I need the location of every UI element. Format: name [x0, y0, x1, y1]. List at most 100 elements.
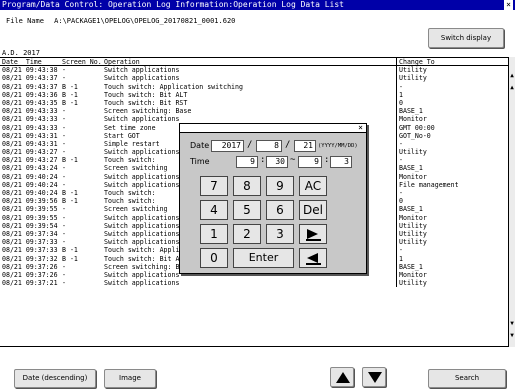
- time-from-minute-field[interactable]: 30: [266, 156, 288, 168]
- row-operation: Simple restart: [104, 139, 160, 148]
- table-row[interactable]: 08/21 09:43:33- Screen switching: Base BAS…: [0, 107, 508, 116]
- row-screen-no: -: [62, 164, 66, 173]
- row-screen-no: B -1: [62, 90, 78, 99]
- row-change-to: 1: [396, 90, 508, 99]
- date-format-hint: (YYYY/MM/DD): [318, 143, 358, 149]
- row-date-time: 08/21 09:39:55: [2, 213, 58, 222]
- key-2[interactable]: 2: [233, 224, 261, 244]
- page-down-button[interactable]: [362, 367, 386, 387]
- image-button[interactable]: Image: [104, 369, 156, 388]
- table-row[interactable]: 08/21 09:43:37 B -1 Touch switch: Applicat…: [0, 82, 508, 91]
- scroll-down-icon[interactable]: ▼: [509, 319, 515, 329]
- window-title: Program/Data Control: Operation Log Info…: [2, 0, 344, 9]
- table-row[interactable]: 08/21 09:43:36 B -1 Touch switch: Bit ALT 1: [0, 90, 508, 99]
- row-operation: Switch applications: [104, 180, 180, 189]
- date-separator: /: [285, 140, 291, 150]
- scroll-up-icon[interactable]: ▲: [509, 83, 515, 93]
- year-field[interactable]: 2017: [211, 140, 244, 152]
- scroll-top-icon[interactable]: ▲: [509, 71, 515, 81]
- row-change-to: 0: [396, 197, 508, 206]
- cursor-right-icon[interactable]: [299, 224, 327, 244]
- row-operation: Touch switch:: [104, 156, 156, 165]
- row-date-time: 08/21 09:37:33: [2, 238, 58, 247]
- key-5[interactable]: 5: [233, 200, 261, 220]
- date-descending-button[interactable]: Date (descending): [14, 369, 96, 388]
- row-screen-no: B -1: [62, 98, 78, 107]
- row-screen-no: -: [62, 172, 66, 181]
- table-row[interactable]: 08/21 09:37:21- Switch applications Utilit…: [0, 279, 508, 288]
- enter-key[interactable]: Enter: [233, 248, 294, 268]
- day-field[interactable]: 21: [294, 140, 316, 152]
- row-change-to: -: [396, 156, 508, 165]
- table-row[interactable]: 08/21 09:43:35 B -1 Touch switch: Bit RST 0: [0, 98, 508, 108]
- row-date-time: 08/21 09:39:55: [2, 205, 58, 214]
- row-change-to: Monitor: [396, 115, 508, 124]
- row-date-time: 08/21 09:43:36: [2, 90, 58, 99]
- key-9[interactable]: 9: [266, 176, 294, 196]
- row-operation: Switch applications: [104, 148, 180, 157]
- row-operation: Switch applications: [104, 221, 180, 230]
- row-screen-no: -: [62, 270, 66, 279]
- search-button[interactable]: Search: [428, 369, 506, 388]
- table-row[interactable]: 08/21 09:43:37- Switch applications Utilit…: [0, 74, 508, 83]
- time-to-minute-field[interactable]: 3: [330, 156, 352, 168]
- file-name-line: File Name A:\PACKAGE1\OPELOG\OPELOG_2017…: [6, 17, 235, 25]
- row-operation: Switch applications: [104, 229, 180, 238]
- table-row[interactable]: 08/21 09:43:38- Switch applications Utilit…: [0, 66, 508, 75]
- key-8[interactable]: 8: [233, 176, 261, 196]
- row-screen-no: -: [62, 221, 66, 230]
- row-screen-no: B -1: [62, 156, 78, 165]
- row-change-to: Utility: [396, 66, 508, 75]
- row-date-time: 08/21 09:39:56: [2, 197, 58, 206]
- row-screen-no: -: [62, 229, 66, 238]
- row-change-to: -: [396, 139, 508, 149]
- row-change-to: -: [396, 82, 508, 91]
- month-field[interactable]: 8: [256, 140, 282, 152]
- row-change-to: BASE_1: [396, 205, 508, 214]
- key-1[interactable]: 1: [200, 224, 228, 244]
- row-operation: Screen switching: [104, 205, 168, 214]
- row-change-to: File management: [396, 180, 508, 189]
- key-all-clear[interactable]: AC: [299, 176, 327, 196]
- date-label: Date: [190, 141, 210, 150]
- key-delete[interactable]: Del: [299, 200, 327, 220]
- dialog-close-icon[interactable]: ×: [356, 124, 365, 132]
- time-separator: :: [260, 155, 266, 165]
- row-date-time: 08/21 09:43:37: [2, 82, 58, 91]
- row-date-time: 08/21 09:37:34: [2, 229, 58, 238]
- row-change-to: Utility: [396, 238, 508, 247]
- row-operation: Touch switch: Bit ALT: [104, 90, 188, 99]
- row-screen-no: B -1: [62, 254, 78, 263]
- era-label: A.D. 2017: [2, 49, 40, 57]
- scroll-bottom-icon[interactable]: ▼: [509, 331, 515, 341]
- switch-display-button[interactable]: Switch display: [428, 28, 504, 48]
- row-date-time: 08/21 09:40:24: [2, 189, 58, 197]
- col-time: Time: [25, 58, 42, 66]
- row-change-to: Monitor: [396, 172, 508, 181]
- cursor-left-icon[interactable]: [299, 248, 327, 268]
- time-from-hour-field[interactable]: 9: [236, 156, 258, 168]
- key-6[interactable]: 6: [266, 200, 294, 220]
- time-to-hour-field[interactable]: 9: [298, 156, 322, 168]
- key-0[interactable]: 0: [200, 248, 228, 268]
- date-time-keypad-dialog: × Date 2017 / 8 / 21 (YYYY/MM/DD) Time 9…: [179, 123, 367, 274]
- key-3[interactable]: 3: [266, 224, 294, 244]
- col-operation: Operation: [104, 58, 140, 66]
- page-up-button[interactable]: [330, 367, 354, 387]
- time-range-tilde: ~: [290, 155, 296, 165]
- row-date-time: 08/21 09:43:27: [2, 148, 58, 157]
- key-7[interactable]: 7: [200, 176, 228, 196]
- close-icon[interactable]: ×: [504, 0, 513, 10]
- row-operation: Switch applications: [104, 279, 180, 288]
- row-change-to: -: [396, 246, 508, 255]
- row-screen-no: -: [62, 262, 66, 271]
- row-operation: Touch switch:: [104, 197, 156, 206]
- row-screen-no: -: [62, 180, 66, 189]
- row-screen-no: -: [62, 279, 66, 288]
- row-screen-no: -: [62, 205, 66, 214]
- dialog-title-bar: ×: [180, 124, 366, 133]
- row-change-to: GOT_No-0: [396, 131, 508, 140]
- vertical-scrollbar[interactable]: ▲ ▲ ▼ ▼: [508, 57, 515, 347]
- row-operation: Switch applications: [104, 172, 180, 181]
- key-4[interactable]: 4: [200, 200, 228, 220]
